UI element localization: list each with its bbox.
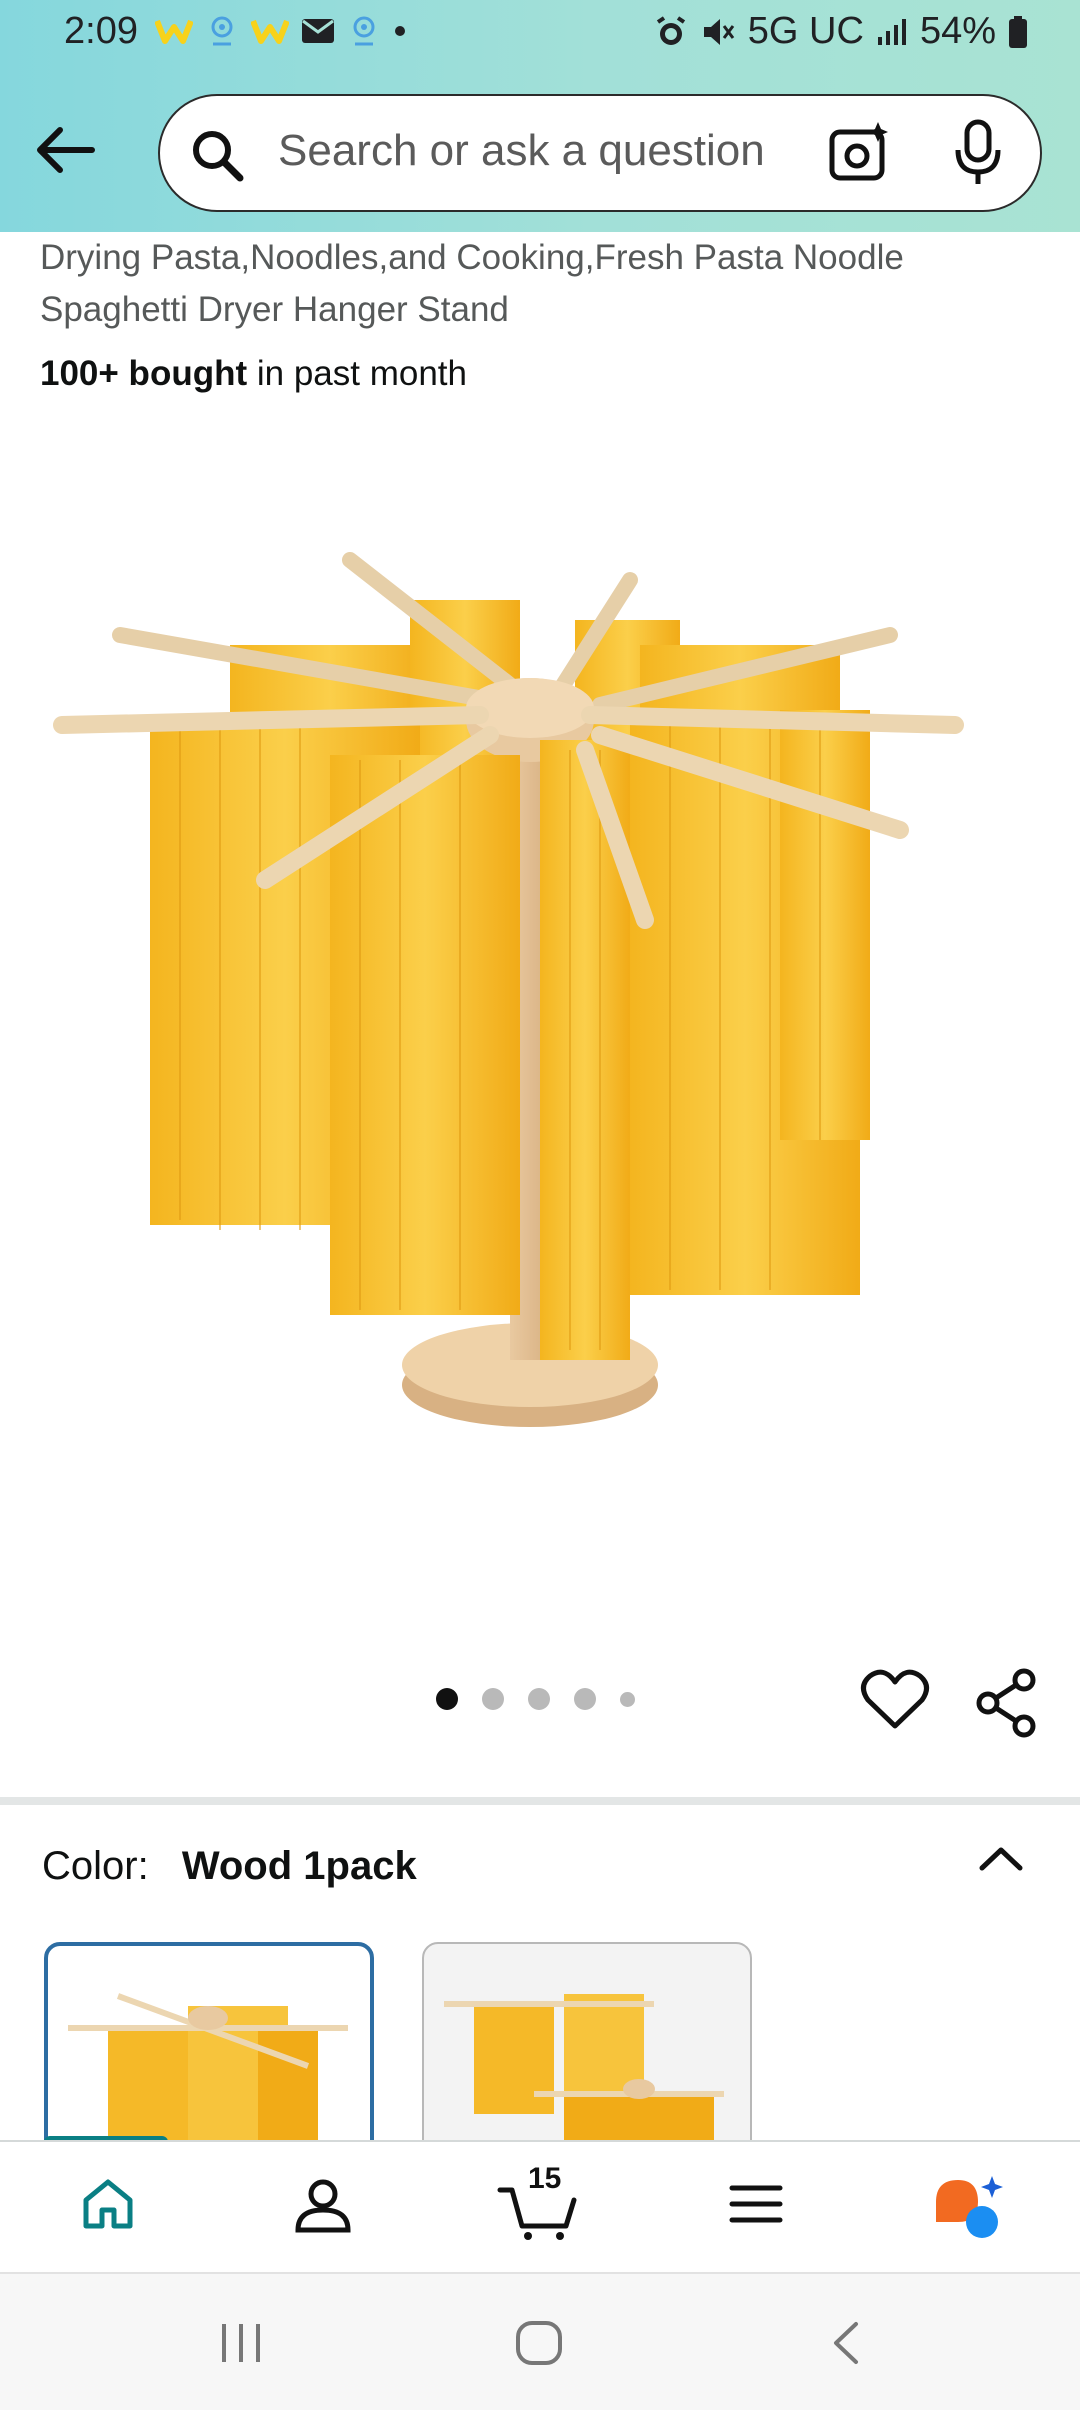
w-app-icon xyxy=(155,19,193,44)
purchase-count: 100+ bought in past month xyxy=(40,354,467,394)
alarm-icon xyxy=(656,15,685,45)
color-value: Wood 1pack xyxy=(181,1844,417,1888)
status-bar: 2:09 5G UC 54% xyxy=(0,0,1080,74)
camera-search-icon[interactable] xyxy=(826,120,892,186)
search-placeholder[interactable]: Search or ask a question xyxy=(278,126,765,176)
ai-assistant-icon[interactable] xyxy=(932,2174,1006,2240)
back-arrow-icon[interactable] xyxy=(30,120,100,180)
section-divider xyxy=(0,1797,1080,1805)
account-icon[interactable] xyxy=(292,2174,354,2236)
carousel-dot[interactable] xyxy=(574,1688,596,1710)
notification-icons xyxy=(155,14,407,48)
battery-percent: 54% xyxy=(919,10,996,52)
search-row: Search or ask a question xyxy=(0,90,1080,220)
heart-icon[interactable] xyxy=(860,1668,930,1732)
camera-notification-icon-2 xyxy=(353,16,375,46)
carousel-dot[interactable] xyxy=(482,1688,504,1710)
carousel-dot[interactable] xyxy=(620,1691,635,1707)
carousel-dot[interactable] xyxy=(436,1688,458,1710)
status-time: 2:09 xyxy=(64,10,138,52)
color-selector[interactable]: Color: Wood 1pack xyxy=(42,1844,417,1889)
product-title[interactable]: Drying Pasta,Noodles,and Cooking,Fresh P… xyxy=(40,232,1040,336)
purchase-count-bold: 100+ bought xyxy=(40,354,248,393)
recent-apps-icon[interactable] xyxy=(216,2320,266,2366)
more-dot-icon xyxy=(395,26,405,36)
search-icon xyxy=(193,131,244,182)
swatch-alternate[interactable] xyxy=(422,1942,752,2172)
product-image[interactable] xyxy=(40,540,1040,1480)
chevron-up-icon[interactable] xyxy=(976,1838,1026,1878)
network-type: 5G UC xyxy=(747,10,864,52)
battery-icon xyxy=(1009,15,1027,48)
microphone-icon[interactable] xyxy=(950,118,1006,188)
share-icon[interactable] xyxy=(974,1668,1040,1738)
cart-count: 15 xyxy=(528,2162,562,2195)
status-right: 5G UC 54% xyxy=(654,10,1028,53)
purchase-count-rest: in past month xyxy=(247,354,467,393)
menu-icon[interactable] xyxy=(726,2174,786,2234)
camera-notification-icon xyxy=(211,16,233,46)
home-button-icon[interactable] xyxy=(514,2320,564,2366)
swatch-image xyxy=(444,1994,724,2170)
signal-icon xyxy=(877,18,906,45)
w-app-icon-2 xyxy=(251,19,289,44)
search-bar[interactable]: Search or ask a question xyxy=(158,94,1042,212)
bottom-navigation: 15 xyxy=(0,2140,1080,2272)
mute-icon xyxy=(703,18,734,45)
system-navigation-bar xyxy=(0,2272,1080,2410)
image-carousel-dots[interactable] xyxy=(436,1688,635,1710)
color-label: Color: xyxy=(42,1844,149,1888)
carousel-dot[interactable] xyxy=(528,1688,550,1710)
mail-icon xyxy=(302,19,334,43)
home-icon[interactable] xyxy=(78,2174,138,2234)
back-button-icon[interactable] xyxy=(826,2320,866,2366)
app-header: 2:09 5G UC 54% Search or ask a question xyxy=(0,0,1080,232)
